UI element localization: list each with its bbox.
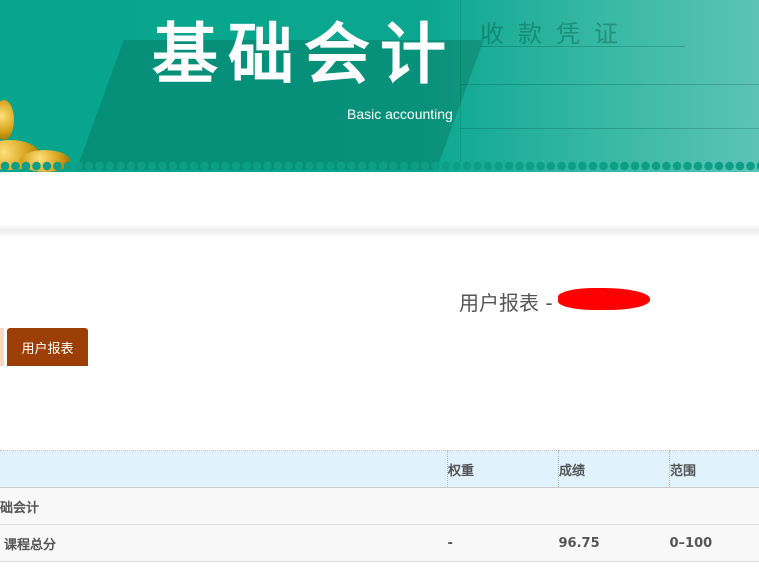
table-header-row: 权重 成绩 范围 xyxy=(0,450,759,488)
table-row: 课程总分 - 96.75 0–100 xyxy=(0,524,759,562)
gold-coins-image xyxy=(0,60,90,172)
tab-previous[interactable] xyxy=(0,328,4,366)
header-range: 范围 xyxy=(669,450,759,488)
tab-user-report[interactable]: 用户报表 xyxy=(7,328,88,366)
banner-subtitle: Basic accounting xyxy=(347,106,453,122)
redacted-username xyxy=(558,288,650,310)
header-weight: 权重 xyxy=(447,450,559,488)
row-weight: - xyxy=(447,524,559,562)
torn-paper-divider xyxy=(0,224,759,238)
voucher-text: 收款凭证 xyxy=(480,20,632,48)
course-banner: 收款凭证 基础会计 Basic accounting xyxy=(0,0,759,172)
banner-title: 基础会计 xyxy=(152,16,456,93)
header-grade: 成绩 xyxy=(558,450,670,488)
table-row: 础会计 xyxy=(0,487,759,525)
row-name: 课程总分 xyxy=(0,524,448,562)
header-item xyxy=(0,450,448,488)
row-range xyxy=(669,487,759,525)
page-title: 用户报表 - xyxy=(459,291,553,315)
grade-table: 权重 成绩 范围 础会计 课程总分 - 96.75 0–100 xyxy=(0,450,759,562)
row-weight xyxy=(447,487,559,525)
row-name: 础会计 xyxy=(0,487,448,525)
row-score: 96.75 xyxy=(558,524,670,562)
row-range: 0–100 xyxy=(669,524,759,562)
scalloped-edge xyxy=(0,160,759,172)
row-score xyxy=(558,487,670,525)
